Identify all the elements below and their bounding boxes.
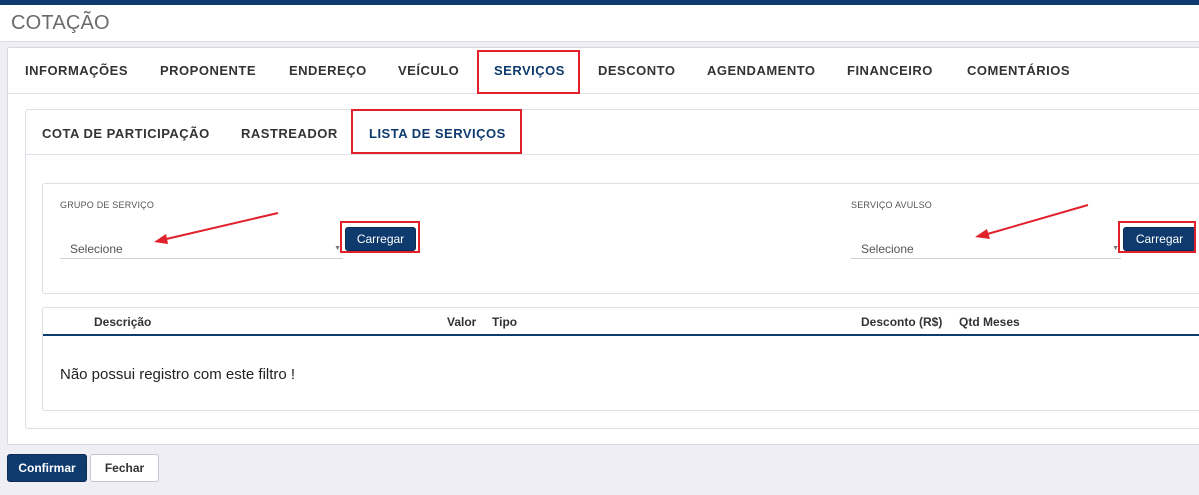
table-header: Descrição Valor Tipo Desconto (R$) Qtd M…	[43, 308, 1199, 336]
avulso-carregar-button[interactable]: Carregar	[1123, 227, 1196, 251]
chevron-down-icon: ▼	[1112, 245, 1119, 252]
empty-state-message: Não possui registro com este filtro !	[60, 366, 296, 383]
subtab-cota-participacao[interactable]: COTA DE PARTICIPAÇÃO	[42, 126, 210, 141]
grupo-servico-select[interactable]: Selecione ▼	[60, 233, 343, 259]
tab-endereco[interactable]: ENDEREÇO	[289, 63, 367, 78]
col-desconto: Desconto (R$)	[861, 315, 943, 329]
tab-informacoes[interactable]: INFORMAÇÕES	[25, 63, 128, 78]
filter-box: GRUPO DE SERVIÇO Selecione ▼ Carregar SE…	[42, 183, 1199, 294]
subtab-lista-servicos[interactable]: LISTA DE SERVIÇOS	[369, 126, 506, 141]
grupo-servico-value: Selecione	[70, 242, 123, 256]
servico-avulso-value: Selecione	[861, 242, 914, 256]
main-tabs: INFORMAÇÕES PROPONENTE ENDEREÇO VEÍCULO …	[8, 48, 1199, 94]
tab-servicos[interactable]: SERVIÇOS	[494, 63, 565, 78]
servico-avulso-label: SERVIÇO AVULSO	[851, 200, 932, 210]
servico-avulso-select[interactable]: Selecione ▼	[851, 233, 1121, 259]
tab-agendamento[interactable]: AGENDAMENTO	[707, 63, 816, 78]
tab-financeiro[interactable]: FINANCEIRO	[847, 63, 933, 78]
col-valor: Valor	[447, 315, 477, 329]
confirm-button[interactable]: Confirmar	[7, 454, 87, 482]
grupo-carregar-button[interactable]: Carregar	[345, 227, 416, 251]
sub-tabs: COTA DE PARTICIPAÇÃO RASTREADOR LISTA DE…	[26, 110, 1199, 155]
main-panel: INFORMAÇÕES PROPONENTE ENDEREÇO VEÍCULO …	[7, 47, 1199, 445]
page-title: COTAÇÃO	[11, 12, 110, 34]
title-bar: COTAÇÃO	[0, 5, 1199, 42]
close-button[interactable]: Fechar	[90, 454, 159, 482]
tab-veiculo[interactable]: VEÍCULO	[398, 63, 459, 78]
tab-proponente[interactable]: PROPONENTE	[160, 63, 256, 78]
subtab-rastreador[interactable]: RASTREADOR	[241, 126, 338, 141]
services-sub-panel: COTA DE PARTICIPAÇÃO RASTREADOR LISTA DE…	[25, 109, 1199, 429]
chevron-down-icon: ▼	[334, 245, 341, 252]
col-descricao: Descrição	[94, 315, 152, 329]
services-table: Descrição Valor Tipo Desconto (R$) Qtd M…	[42, 307, 1199, 411]
col-qtd-meses: Qtd Meses	[959, 315, 1020, 329]
tab-comentarios[interactable]: COMENTÁRIOS	[967, 63, 1070, 78]
tab-desconto[interactable]: DESCONTO	[598, 63, 675, 78]
col-tipo: Tipo	[492, 315, 518, 329]
grupo-servico-label: GRUPO DE SERVIÇO	[60, 200, 155, 210]
